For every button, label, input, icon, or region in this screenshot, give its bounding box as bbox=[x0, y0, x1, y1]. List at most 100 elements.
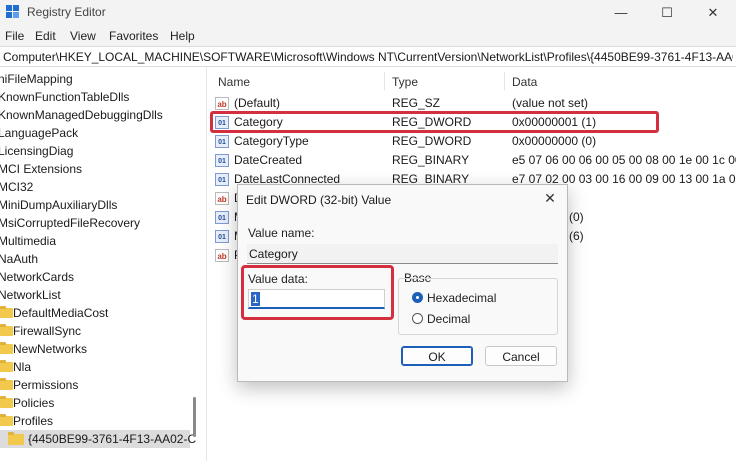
tree-item-label: NetworkList bbox=[0, 288, 61, 302]
tree-item-defaultmediacost[interactable]: DefaultMediaCost bbox=[0, 304, 206, 322]
folder-icon bbox=[0, 342, 13, 354]
tree-item[interactable]: MiniDumpAuxiliaryDlls bbox=[0, 196, 117, 214]
string-value-icon: ab bbox=[215, 249, 229, 262]
tree-item[interactable]: NaAuth bbox=[0, 250, 38, 268]
hexadecimal-label[interactable]: Hexadecimal bbox=[427, 291, 496, 305]
string-value-icon: ab bbox=[215, 192, 229, 205]
value-type: REG_DWORD bbox=[392, 134, 472, 148]
column-header-type[interactable]: Type bbox=[392, 75, 418, 89]
tree-item-label: DefaultMediaCost bbox=[13, 306, 109, 320]
column-separator[interactable] bbox=[504, 72, 505, 90]
column-separator[interactable] bbox=[384, 72, 385, 90]
value-name: CategoryType bbox=[234, 134, 309, 148]
base-group bbox=[398, 278, 558, 335]
tree-item-policies[interactable]: Policies bbox=[0, 394, 206, 412]
tree-item-label: Multimedia bbox=[0, 234, 57, 248]
tree-item[interactable]: NetworkCards bbox=[0, 268, 74, 286]
value-type: REG_BINARY bbox=[392, 153, 470, 167]
tree-item-label: FirewallSync bbox=[13, 324, 82, 338]
tree-item-label: NetworkCards bbox=[0, 270, 75, 284]
tree-item[interactable]: Multimedia bbox=[0, 232, 56, 250]
menu-file[interactable]: File bbox=[5, 29, 24, 43]
registry-editor-icon bbox=[6, 5, 20, 19]
binary-value-icon: 01 bbox=[215, 211, 229, 224]
folder-icon bbox=[0, 306, 13, 318]
tree-item-label: MiniDumpAuxiliaryDlls bbox=[0, 198, 118, 212]
tree-item-label: KnownFunctionTableDlls bbox=[0, 90, 130, 104]
tree-item[interactable]: LicensingDiag bbox=[0, 142, 73, 160]
category-row-highlight bbox=[210, 111, 659, 133]
title-bar: Registry Editor — ☐ ✕ bbox=[0, 0, 736, 26]
tree-item-nla[interactable]: Nla bbox=[0, 358, 206, 376]
tree-item[interactable]: MsiCorruptedFileRecovery bbox=[0, 214, 140, 232]
dialog-close-button[interactable]: ✕ bbox=[539, 188, 561, 208]
tree-item-permissions[interactable]: Permissions bbox=[0, 376, 206, 394]
tree-item[interactable]: MCI Extensions bbox=[0, 160, 82, 178]
tree-item-profiles[interactable]: Profiles bbox=[0, 412, 206, 430]
tree-item-firewallsync[interactable]: FirewallSync bbox=[0, 322, 206, 340]
binary-value-icon: 01 bbox=[215, 135, 229, 148]
folder-icon bbox=[0, 324, 13, 336]
address-path[interactable]: Computer\HKEY_LOCAL_MACHINE\SOFTWARE\Mic… bbox=[3, 50, 733, 64]
value-name-label: Value name: bbox=[248, 226, 315, 240]
folder-icon bbox=[0, 396, 13, 408]
tree-item-label: MCI32 bbox=[0, 180, 34, 194]
tree-item-label: LicensingDiag bbox=[0, 144, 74, 158]
value-data-highlight bbox=[241, 265, 394, 320]
edit-dword-dialog: Edit DWORD (32-bit) Value ✕ Value name: … bbox=[237, 184, 568, 382]
folder-icon bbox=[0, 360, 13, 372]
minimize-button[interactable]: — bbox=[598, 0, 644, 26]
maximize-button[interactable]: ☐ bbox=[644, 0, 690, 26]
tree-item-label: Profiles bbox=[13, 414, 54, 428]
window-title: Registry Editor bbox=[27, 5, 106, 19]
tree-item-selected-profile[interactable]: {4450BE99-3761-4F13-AA02-C bbox=[0, 430, 196, 448]
tree-item-label: Policies bbox=[13, 396, 55, 410]
tree-item-label: Permissions bbox=[13, 378, 79, 392]
cancel-button[interactable]: Cancel bbox=[485, 346, 557, 366]
value-name-field: Category bbox=[247, 244, 558, 264]
binary-value-icon: 01 bbox=[215, 173, 229, 186]
tree-item-label: MsiCorruptedFileRecovery bbox=[0, 216, 141, 230]
value-row[interactable]: 01 DateCreated REG_BINARY e5 07 06 00 06… bbox=[207, 151, 736, 170]
folder-icon bbox=[0, 414, 13, 426]
binary-value-icon: 01 bbox=[215, 154, 229, 167]
tree-item[interactable]: KnownFunctionTableDlls bbox=[0, 88, 129, 106]
tree-item[interactable]: LanguagePack bbox=[0, 124, 78, 142]
column-header-name[interactable]: Name bbox=[218, 75, 250, 89]
tree-item-label: {4450BE99-3761-4F13-AA02-C bbox=[28, 432, 197, 446]
folder-icon bbox=[0, 378, 13, 390]
tree-item-label: KnownManagedDebuggingDlls bbox=[0, 108, 163, 122]
tree-item-label: LanguagePack bbox=[0, 126, 79, 140]
close-button[interactable]: ✕ bbox=[690, 0, 736, 26]
value-row[interactable]: 01 CategoryType REG_DWORD 0x00000000 (0) bbox=[207, 132, 736, 151]
tree-item-newnetworks[interactable]: NewNetworks bbox=[0, 340, 206, 358]
tree-item[interactable]: niFileMapping bbox=[0, 70, 73, 88]
tree-item[interactable]: KnownManagedDebuggingDlls bbox=[0, 106, 163, 124]
tree-item[interactable]: MCI32 bbox=[0, 178, 33, 196]
folder-icon bbox=[8, 432, 24, 445]
column-header-data[interactable]: Data bbox=[512, 75, 537, 89]
tree-scrollbar-thumb[interactable] bbox=[193, 397, 196, 437]
tree-item-label: NewNetworks bbox=[13, 342, 88, 356]
string-value-icon: ab bbox=[215, 97, 229, 110]
tree-item-label: Nla bbox=[13, 360, 32, 374]
tree-item[interactable]: NetworkList bbox=[0, 286, 61, 304]
menu-bar: File Edit View Favorites Help bbox=[0, 26, 736, 46]
binary-value-icon: 01 bbox=[215, 230, 229, 243]
value-name-text: Category bbox=[249, 247, 298, 261]
tree-item-label: NaAuth bbox=[0, 252, 39, 266]
address-bar[interactable]: Computer\HKEY_LOCAL_MACHINE\SOFTWARE\Mic… bbox=[0, 46, 736, 67]
menu-edit[interactable]: Edit bbox=[35, 29, 56, 43]
menu-favorites[interactable]: Favorites bbox=[109, 29, 158, 43]
menu-help[interactable]: Help bbox=[170, 29, 195, 43]
menu-view[interactable]: View bbox=[70, 29, 96, 43]
value-name: DateCreated bbox=[234, 153, 303, 167]
dialog-title: Edit DWORD (32-bit) Value bbox=[246, 193, 392, 207]
value-data: e5 07 06 00 06 00 05 00 08 00 1e 00 1c 0… bbox=[512, 153, 736, 167]
hexadecimal-radio[interactable] bbox=[412, 292, 423, 303]
decimal-label[interactable]: Decimal bbox=[427, 312, 470, 326]
value-data: 0x00000000 (0) bbox=[512, 134, 597, 148]
decimal-radio[interactable] bbox=[412, 313, 423, 324]
key-tree[interactable]: niFileMapping KnownFunctionTableDlls Kno… bbox=[0, 67, 206, 461]
ok-button[interactable]: OK bbox=[401, 346, 473, 366]
